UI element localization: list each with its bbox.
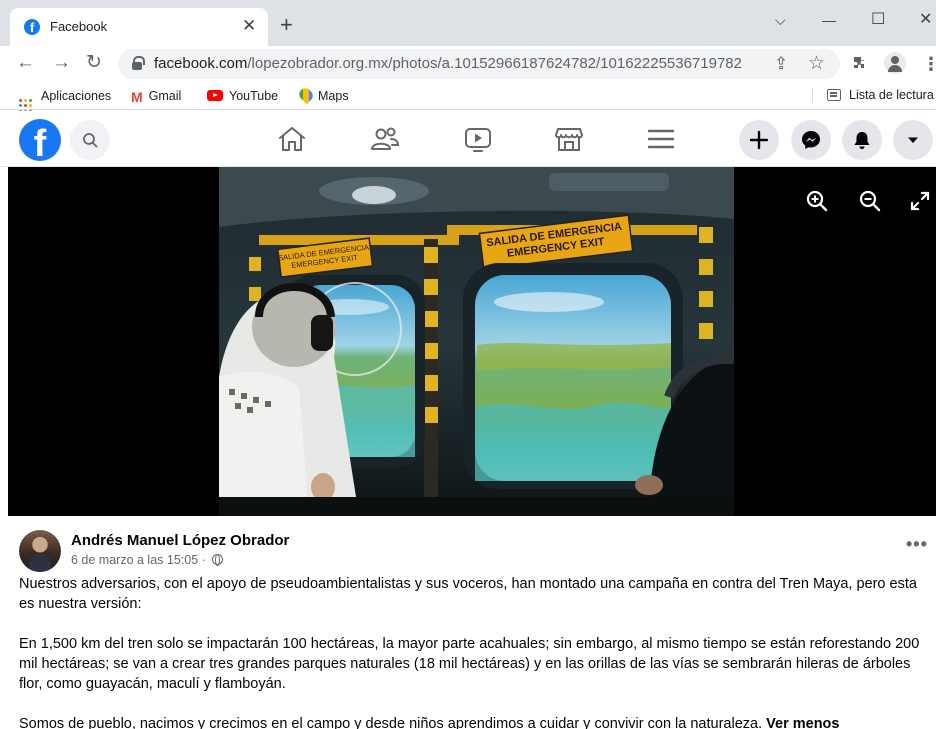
watch-icon[interactable]	[462, 123, 494, 155]
facebook-search-button[interactable]	[70, 120, 110, 160]
maps-icon	[296, 85, 316, 105]
post-timestamp[interactable]: 6 de marzo a las 15:05 ·	[71, 553, 224, 567]
fullscreen-icon[interactable]	[910, 191, 930, 211]
post-body: Nuestros adversarios, con el apoyo de ps…	[19, 574, 929, 729]
post-paragraph-1: Nuestros adversarios, con el apoyo de ps…	[19, 576, 917, 612]
bookmark-apps-label: Aplicaciones	[41, 89, 112, 103]
bookmark-gmail[interactable]: M Gmail	[131, 88, 181, 105]
address-bar[interactable]: facebook.com/lopezobrador.org.mx/photos/…	[118, 49, 840, 79]
see-less-link[interactable]: Ver menos	[766, 716, 839, 729]
browser-toolbar: ← → ↻ facebook.com/lopezobrador.org.mx/p…	[0, 46, 936, 82]
gmail-icon: M	[131, 89, 143, 105]
home-icon[interactable]	[276, 123, 308, 155]
create-icon	[749, 130, 769, 150]
share-icon[interactable]: ⇪	[774, 53, 788, 75]
reading-list-button[interactable]: Lista de lectura	[812, 88, 934, 102]
post-paragraph-2: En 1,500 km del tren solo se impactarán …	[19, 636, 920, 692]
zoom-in-icon[interactable]	[805, 189, 829, 213]
tab-search-icon[interactable]: ⌵	[775, 10, 786, 30]
notifications-button[interactable]	[842, 120, 882, 160]
globe-icon	[212, 554, 224, 566]
post-author-name[interactable]: Andrés Manuel López Obrador	[71, 532, 289, 549]
facebook-header: f	[0, 111, 936, 167]
new-tab-button[interactable]: +	[280, 14, 293, 36]
extensions-icon[interactable]	[852, 56, 868, 72]
messenger-button[interactable]	[791, 120, 831, 160]
menu-icon[interactable]	[645, 123, 677, 155]
post-paragraph-3-text: Somos de pueblo, nacimos y crecimos en e…	[19, 716, 763, 729]
close-window-button[interactable]: ✕	[919, 10, 932, 30]
profile-avatar-icon[interactable]	[884, 52, 906, 74]
back-button[interactable]: ←	[16, 50, 35, 76]
facebook-favicon-icon: f	[24, 19, 40, 35]
bookmark-maps-label: Maps	[318, 89, 349, 103]
marketplace-icon[interactable]	[553, 123, 585, 155]
url-path: /lopezobrador.org.mx/photos/a.1015296618…	[247, 55, 742, 72]
bookmark-maps[interactable]: Maps	[296, 85, 349, 105]
browser-tab-strip: f Facebook ✕ + ⌵ — ☐ ✕	[0, 0, 936, 46]
bookmark-apps[interactable]: Aplicaciones	[19, 88, 111, 113]
account-button[interactable]	[893, 120, 933, 160]
reading-list-icon	[827, 89, 841, 101]
facebook-logo-icon[interactable]: f	[19, 119, 61, 161]
bookmark-star-icon[interactable]: ☆	[808, 53, 825, 75]
account-dropdown-icon	[908, 137, 918, 143]
maximize-button[interactable]: ☐	[871, 10, 885, 30]
lock-icon[interactable]	[132, 56, 145, 70]
photo-viewer: SALIDA DE EMERGENCIA EMERGENCY EXIT SALI…	[8, 167, 936, 516]
bookmark-gmail-label: Gmail	[148, 89, 182, 103]
tab-title: Facebook	[50, 19, 108, 34]
notifications-icon	[854, 132, 870, 149]
reload-button[interactable]: ↻	[86, 50, 102, 76]
create-button[interactable]	[739, 120, 779, 160]
url-host: facebook.com	[154, 55, 248, 72]
bookmarks-bar: Aplicaciones M Gmail YouTube Maps Lista d…	[0, 82, 936, 113]
browser-menu-icon[interactable]: ⋮	[922, 53, 936, 75]
helicopter-photo[interactable]	[219, 167, 734, 516]
post-timestamp-text: 6 de marzo a las 15:05 ·	[71, 553, 206, 567]
bookmark-youtube[interactable]: YouTube	[207, 88, 278, 104]
post-container: Andrés Manuel López Obrador 6 de marzo a…	[0, 516, 936, 729]
url-text[interactable]: facebook.com/lopezobrador.org.mx/photos/…	[154, 55, 742, 72]
bookmark-youtube-label: YouTube	[229, 89, 279, 103]
messenger-icon	[802, 131, 820, 149]
youtube-icon	[207, 90, 223, 101]
post-paragraph-3: Somos de pueblo, nacimos y crecimos en e…	[19, 714, 929, 729]
minimize-button[interactable]: —	[822, 10, 836, 30]
zoom-out-icon[interactable]	[858, 189, 882, 213]
search-icon	[83, 133, 98, 148]
author-avatar[interactable]	[19, 530, 61, 572]
forward-button[interactable]: →	[52, 50, 71, 76]
tab-close-icon[interactable]: ✕	[242, 16, 256, 36]
reading-list-label: Lista de lectura	[849, 88, 934, 102]
browser-tab-facebook[interactable]: f Facebook ✕	[10, 8, 268, 46]
friends-icon[interactable]	[369, 123, 401, 155]
post-options-button[interactable]: •••	[906, 535, 928, 553]
